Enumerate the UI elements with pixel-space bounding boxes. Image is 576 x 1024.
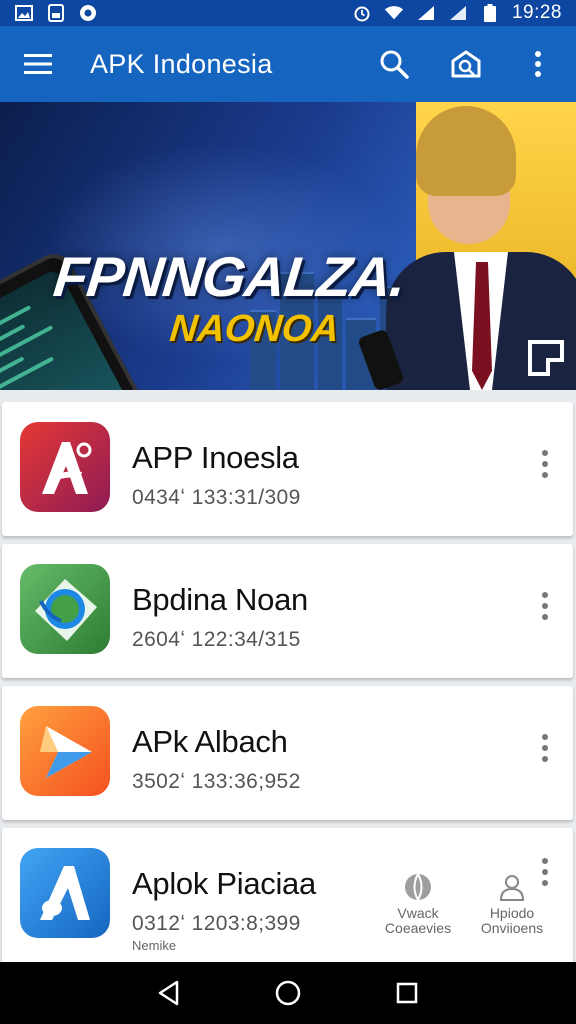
image-icon — [14, 4, 34, 22]
scan-icon — [451, 50, 481, 78]
status-bar-right: 19:28 — [352, 2, 562, 24]
system-nav-bar — [0, 962, 576, 1024]
banner-subtitle: NAONOA — [167, 308, 342, 350]
app-name: Aplok Piaciaa — [132, 866, 316, 901]
list-item[interactable]: Bpdina Noan 2604ʻ 122:34/315 — [2, 544, 573, 678]
sim-icon — [46, 4, 66, 22]
item-more-button[interactable] — [533, 588, 557, 624]
hamburger-icon — [24, 54, 52, 74]
app-meta: 0434ʻ 133:31/309 — [132, 486, 301, 509]
promo-banner[interactable]: FPNNGALZA. NAONOA — [0, 102, 576, 390]
more-vert-icon — [535, 51, 541, 77]
mini-action-1-sublabel: Coeaevies — [384, 920, 452, 936]
app-meta: 2604ʻ 122:34/315 — [132, 628, 301, 651]
app-name: Bpdina Noan — [132, 582, 308, 617]
mini-action-2-label: Hpiodo — [489, 905, 535, 921]
status-time: 19:28 — [511, 2, 562, 23]
app-meta: 3502ʻ 133:36;952 — [132, 770, 301, 793]
signal-icon — [448, 4, 468, 22]
recents-button[interactable] — [387, 973, 427, 1013]
wifi-icon — [384, 4, 404, 22]
globe-icon — [405, 873, 431, 901]
green-target-icon — [20, 564, 110, 654]
list-item[interactable]: Aplok Piaciaa 0312ʻ 1203:8;399 Nemike Vw… — [2, 828, 573, 968]
mini-action-1-label: Vwack — [397, 905, 439, 921]
home-icon — [275, 980, 301, 1006]
banner-title: FPNNGALZA. — [50, 245, 409, 308]
item-more-button[interactable] — [533, 730, 557, 766]
recents-icon — [396, 982, 417, 1004]
search-icon — [380, 50, 409, 79]
mini-action-2-sublabel: Onviioens — [480, 920, 544, 936]
search-button[interactable] — [372, 42, 416, 86]
a-logo-blue-icon — [20, 848, 110, 938]
app-name: APk Albach — [132, 724, 288, 759]
overflow-menu-button[interactable] — [516, 42, 560, 86]
list-item[interactable]: APk Albach 3502ʻ 133:36;952 — [2, 686, 573, 820]
alarm-icon — [352, 4, 372, 22]
battery-icon — [480, 4, 500, 22]
app-meta-secondary: Nemike — [132, 938, 177, 953]
app-title: APK Indonesia — [90, 48, 273, 79]
circle-app-icon — [78, 4, 98, 22]
mini-action-1[interactable]: Vwack Coeaevies — [378, 872, 458, 936]
signal-icon — [416, 4, 436, 22]
item-more-button[interactable] — [533, 446, 557, 482]
play-arrow-orange-icon — [20, 706, 110, 796]
back-icon — [159, 980, 179, 1006]
app-meta: 0312ʻ 1203:8;399 — [132, 912, 301, 935]
item-more-button[interactable] — [533, 854, 557, 890]
scan-button[interactable] — [444, 42, 488, 86]
app-name: APP Inoesla — [132, 440, 299, 475]
status-bar-left — [14, 4, 98, 22]
status-bar: 19:28 — [0, 0, 576, 26]
menu-button[interactable] — [16, 42, 60, 86]
app-bar-actions — [372, 42, 560, 86]
a-logo-red-icon — [20, 422, 110, 512]
back-button[interactable] — [149, 973, 189, 1013]
home-button[interactable] — [268, 973, 308, 1013]
person-icon — [499, 875, 525, 901]
app-bar: APK Indonesia — [0, 26, 576, 102]
brand-mark-icon — [528, 340, 564, 376]
list-item[interactable]: APP Inoesla 0434ʻ 133:31/309 — [2, 402, 573, 536]
